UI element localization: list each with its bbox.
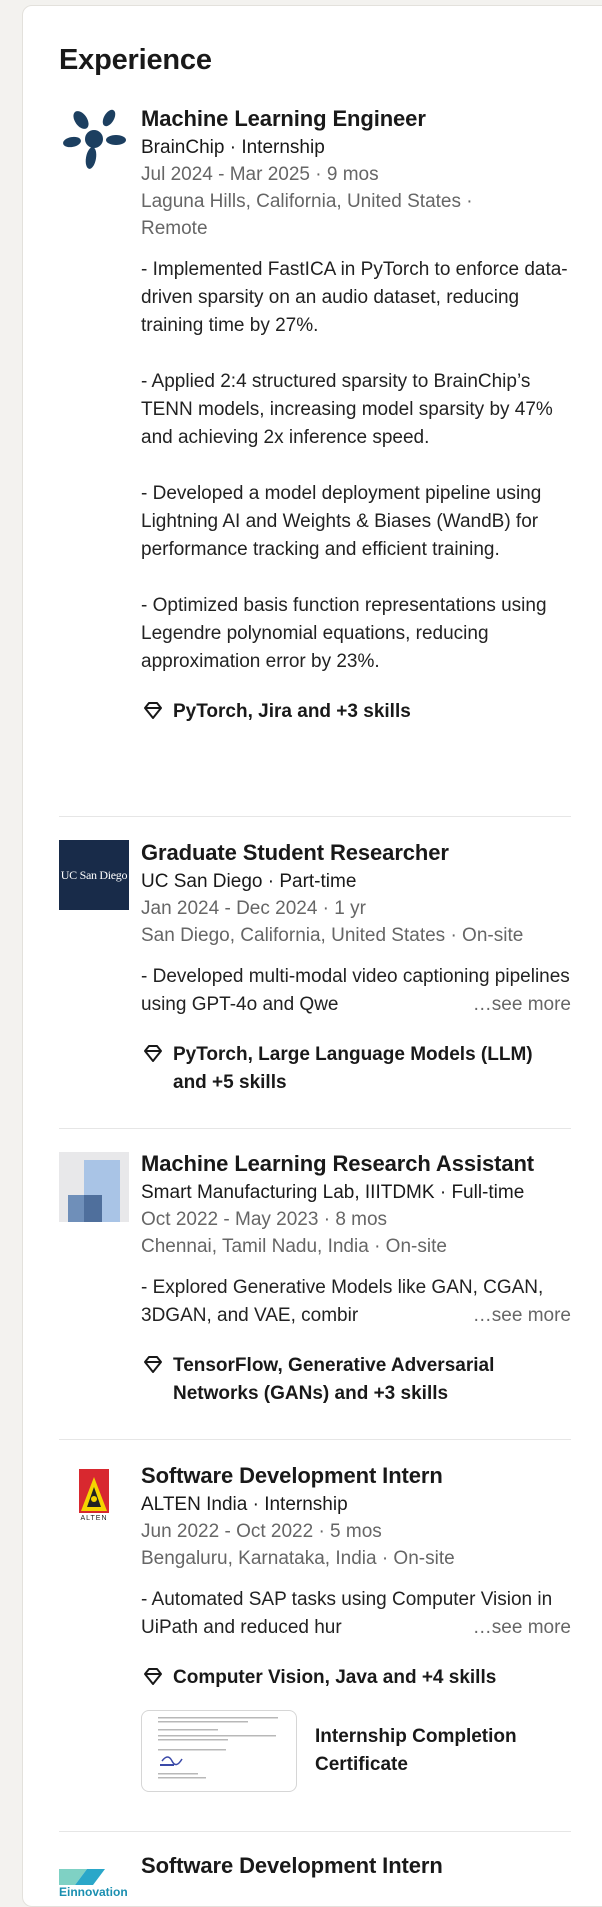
- entry-body: Machine Learning Research Assistant Smar…: [141, 1149, 571, 1408]
- company-line: UC San Diego · Part-time: [141, 871, 357, 892]
- company-line: BrainChip · Internship: [141, 137, 325, 158]
- certificate-title[interactable]: Internship Completion Certificate: [315, 1723, 555, 1779]
- location: Chennai, Tamil Nadu, India · On-site: [141, 1236, 447, 1257]
- skills-text: Computer Vision, Java and +4 skills: [173, 1667, 497, 1688]
- date-range: Jul 2024 - Mar 2025 · 9 mos: [141, 164, 379, 185]
- divider: [59, 1439, 571, 1440]
- job-description-truncated: - Explored Generative Models like GAN, C…: [141, 1274, 571, 1330]
- section-title: Experience: [59, 44, 212, 76]
- entry-body: Graduate Student Researcher UC San Diego…: [141, 838, 571, 1097]
- divider: [59, 1128, 571, 1129]
- divider: [59, 816, 571, 817]
- einnovation-logo[interactable]: Einnovation: [59, 1863, 129, 1906]
- job-description: - Implemented FastICA in PyTorch to enfo…: [141, 256, 571, 676]
- location: Bengaluru, Karnataka, India · On-site: [141, 1548, 455, 1569]
- description-bullet: - Optimized basis function representatio…: [141, 595, 547, 672]
- date-range: Oct 2022 - May 2023 · 8 mos: [141, 1209, 388, 1230]
- skills-link[interactable]: Computer Vision, Java and +4 skills: [141, 1664, 571, 1692]
- job-title[interactable]: Machine Learning Research Assistant: [141, 1149, 571, 1179]
- certificate-thumbnail[interactable]: [141, 1710, 297, 1792]
- certificate-attachment[interactable]: Internship Completion Certificate: [141, 1710, 571, 1792]
- job-title[interactable]: Graduate Student Researcher: [141, 838, 571, 868]
- smart-manufacturing-lab-logo[interactable]: [59, 1152, 129, 1222]
- job-title[interactable]: Machine Learning Engineer: [141, 104, 571, 134]
- entry-body: Machine Learning Engineer BrainChip · In…: [141, 104, 571, 726]
- see-more-link[interactable]: …see more: [466, 991, 571, 1019]
- company-line: Smart Manufacturing Lab, IIITDMK · Full-…: [141, 1182, 525, 1203]
- location: Laguna Hills, California, United States …: [141, 191, 473, 212]
- alten-logo[interactable]: ALTEN: [59, 1465, 129, 1535]
- skills-text: PyTorch, Large Language Models (LLM) and…: [173, 1044, 533, 1093]
- skills-text: TensorFlow, Generative Adversarial Netwo…: [173, 1355, 495, 1404]
- location-continued: Remote: [141, 218, 208, 239]
- see-more-link[interactable]: …see more: [466, 1614, 571, 1642]
- date-range: Jun 2022 - Oct 2022 · 5 mos: [141, 1521, 382, 1542]
- location: San Diego, California, United States · O…: [141, 925, 524, 946]
- entry-body: Software Development Intern: [141, 1851, 571, 1881]
- description-bullet: - Implemented FastICA in PyTorch to enfo…: [141, 259, 568, 336]
- description-bullet: - Applied 2:4 structured sparsity to Bra…: [141, 371, 553, 448]
- diamond-icon: [144, 1045, 162, 1062]
- diamond-icon: [144, 1668, 162, 1685]
- skills-link[interactable]: TensorFlow, Generative Adversarial Netwo…: [141, 1352, 571, 1408]
- ucsd-logo[interactable]: UC San Diego: [59, 840, 129, 910]
- job-description-truncated: - Automated SAP tasks using Computer Vis…: [141, 1586, 571, 1642]
- divider: [59, 1831, 571, 1832]
- job-description-truncated: - Developed multi-modal video captioning…: [141, 963, 571, 1019]
- date-range: Jan 2024 - Dec 2024 · 1 yr: [141, 898, 366, 919]
- alten-logo-text: ALTEN: [80, 1515, 108, 1522]
- see-more-link[interactable]: …see more: [466, 1302, 571, 1330]
- diamond-icon: [144, 1356, 162, 1373]
- entry-body: Software Development Intern ALTEN India …: [141, 1461, 571, 1792]
- ucsd-logo-text: UC San Diego: [60, 867, 128, 882]
- company-line: ALTEN India · Internship: [141, 1494, 348, 1515]
- skills-link[interactable]: PyTorch, Large Language Models (LLM) and…: [141, 1041, 571, 1097]
- einnovation-logo-text: Einnovation: [59, 1885, 128, 1899]
- skills-text: PyTorch, Jira and +3 skills: [173, 701, 411, 722]
- job-title[interactable]: Software Development Intern: [141, 1851, 571, 1881]
- skills-link[interactable]: PyTorch, Jira and +3 skills: [141, 698, 571, 726]
- job-title[interactable]: Software Development Intern: [141, 1461, 571, 1491]
- brainchip-logo[interactable]: [59, 104, 129, 174]
- description-bullet: - Developed a model deployment pipeline …: [141, 483, 542, 560]
- diamond-icon: [144, 702, 162, 719]
- experience-card: Experience Machine Learning Engineer Bra…: [22, 5, 602, 1907]
